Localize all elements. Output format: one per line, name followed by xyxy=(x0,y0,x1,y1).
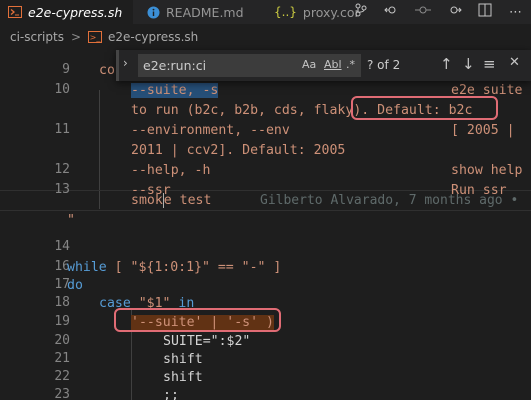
git-blame-annotation: Gilberto Alvarado, 7 months ago • xyxy=(260,193,519,208)
code-line: --suite, -s xyxy=(131,83,219,98)
chevron-right-icon[interactable]: › xyxy=(123,56,128,70)
tab-label: e2e-cypress.sh xyxy=(28,4,123,20)
arrow-down-icon[interactable]: ↓ xyxy=(462,55,475,73)
breadcrumb-file[interactable]: e2e-cypress.sh xyxy=(108,30,198,44)
regex-icon[interactable]: .* xyxy=(346,58,355,71)
code-line: ;; xyxy=(163,388,179,400)
code-area: co --suite, -s e2e suite to run (b2c, b2… xyxy=(0,50,531,400)
go-forward-icon[interactable] xyxy=(438,4,469,20)
arrow-up-icon[interactable]: ↑ xyxy=(440,55,453,73)
editor-actions: ⋯ xyxy=(345,0,531,24)
go-back-icon[interactable] xyxy=(376,4,407,20)
annotation-box xyxy=(351,96,498,120)
info-icon xyxy=(147,6,160,19)
find-input-box: Aa Abl .* xyxy=(138,54,361,77)
code-line: do xyxy=(67,278,83,293)
close-icon[interactable]: ✕ xyxy=(509,55,520,70)
code-line: 2011 | ccv2]. Default: 2005 xyxy=(131,143,346,158)
code-line: --help, -h xyxy=(131,163,211,178)
match-count: ? of 2 xyxy=(367,58,401,72)
match-whole-word-icon[interactable]: Abl xyxy=(324,58,342,71)
split-editor-icon[interactable] xyxy=(469,3,500,21)
code-line: smoke test xyxy=(131,193,212,208)
code-editor[interactable]: 9 10 11 12 13 14 16 17 18 19 20 21 22 23… xyxy=(0,50,531,400)
code-line: co xyxy=(99,63,115,78)
breadcrumb-folder[interactable]: ci-scripts xyxy=(10,30,64,44)
match-case-icon[interactable]: Aa xyxy=(302,58,316,71)
shell-script-icon xyxy=(8,6,22,18)
editor-tab-bar: e2e-cypress.sh ✕ README.md {..} proxy.co… xyxy=(0,0,531,24)
source-control-icon[interactable] xyxy=(345,3,376,21)
tab-readme[interactable]: README.md xyxy=(137,0,267,24)
code-line-right: [ 2005 | xyxy=(451,123,515,138)
chevron-right-icon: > xyxy=(70,30,82,44)
json-braces-icon: {..} xyxy=(274,5,297,19)
shell-script-icon: >_ xyxy=(88,31,103,43)
code-line: " xyxy=(67,213,75,228)
find-input[interactable] xyxy=(143,57,293,74)
tab-e2e-cypress[interactable]: e2e-cypress.sh ✕ xyxy=(0,0,133,24)
code-line-right: show help xyxy=(451,163,523,178)
annotation-box xyxy=(114,308,281,332)
tab-label: README.md xyxy=(166,4,244,20)
find-widget: › Aa Abl .* ? of 2 ↑ ↓ ≡ ✕ xyxy=(116,50,531,81)
breadcrumb: ci-scripts > >_ e2e-cypress.sh xyxy=(0,24,531,50)
find-in-selection-icon[interactable]: ≡ xyxy=(483,55,496,73)
more-icon[interactable]: ⋯ xyxy=(500,5,531,20)
code-line: --environment, --env xyxy=(131,123,290,138)
timeline-icon[interactable] xyxy=(407,4,438,20)
code-line: while [ "${1:0:1}" == "-" ] xyxy=(67,260,282,275)
